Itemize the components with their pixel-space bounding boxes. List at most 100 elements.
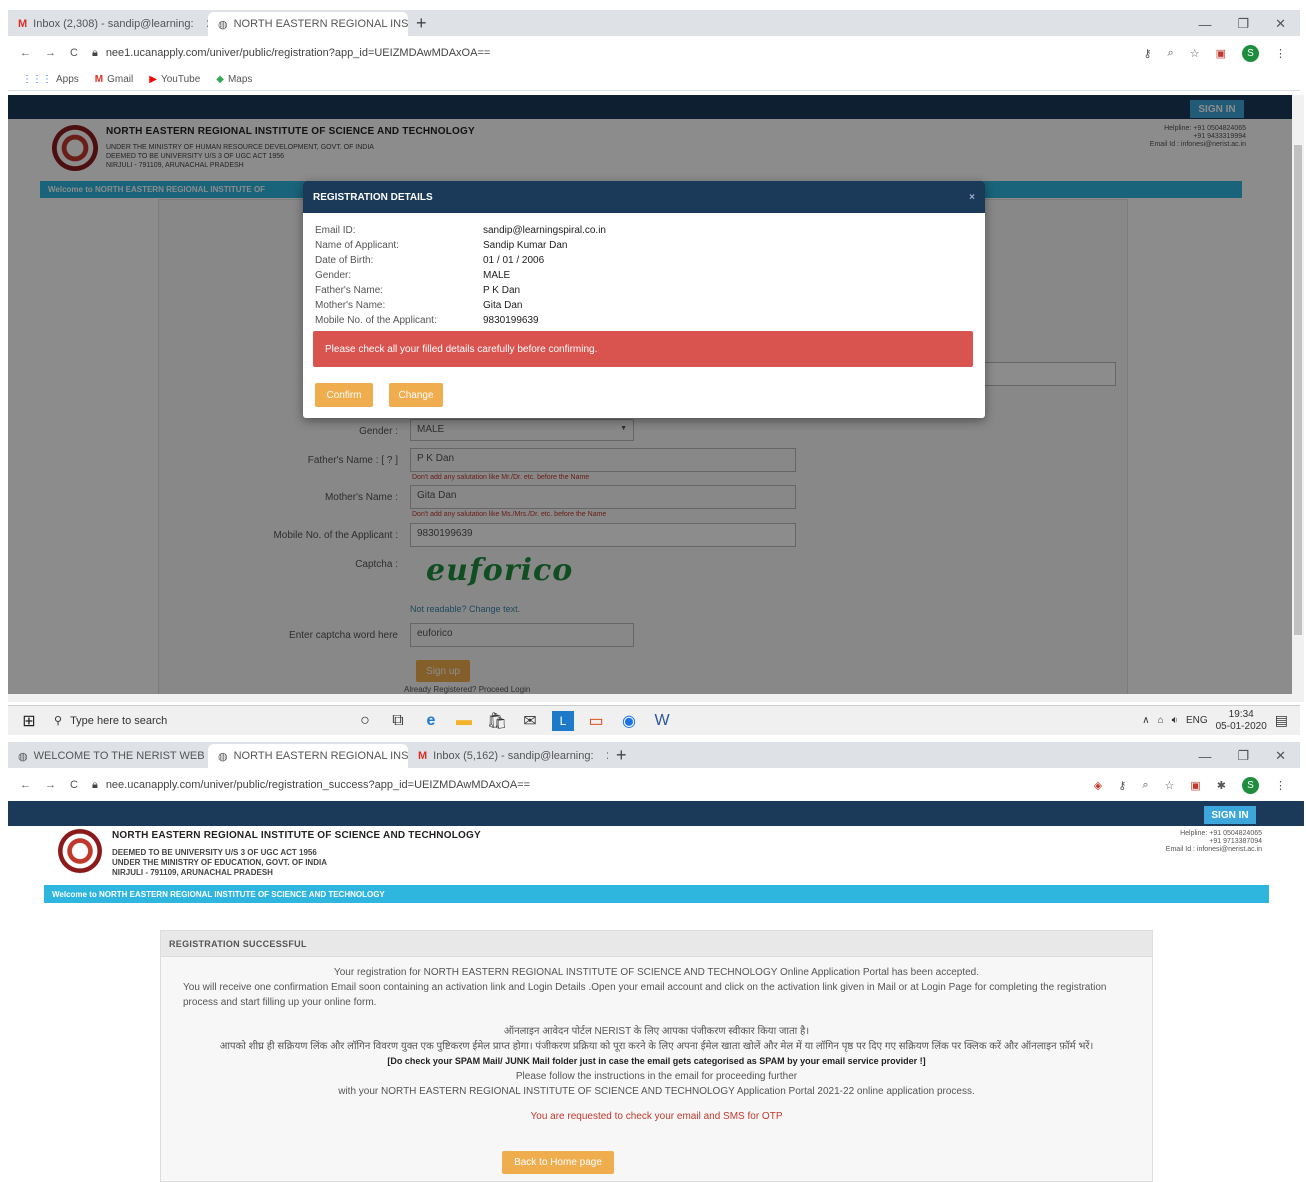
detail-key: Gender: bbox=[315, 270, 352, 281]
star-icon[interactable]: ☆ bbox=[1165, 779, 1175, 792]
bookmark-apps[interactable]: ⋮⋮⋮ Apps bbox=[22, 74, 79, 85]
taskbar-apps: ○ ⧉ e ▬ 🛍︎ ✉ L ▭ ◉ W bbox=[354, 710, 673, 731]
edge-icon[interactable]: e bbox=[420, 711, 442, 731]
volume-icon[interactable]: 🔉︎ bbox=[1172, 715, 1178, 726]
word-icon[interactable]: W bbox=[651, 711, 673, 731]
top-horizontal-scrollbar[interactable] bbox=[8, 694, 1304, 702]
key-icon[interactable]: ⚷ bbox=[1143, 47, 1151, 60]
search-icon: ⚲ bbox=[54, 715, 63, 727]
top-page-viewport: SIGN IN NORTH EASTERN REGIONAL INSTITUTE… bbox=[8, 95, 1292, 695]
top-vertical-scrollbar[interactable] bbox=[1292, 95, 1304, 695]
modal-title: REGISTRATION DETAILS bbox=[313, 191, 433, 203]
institute-title: NORTH EASTERN REGIONAL INSTITUTE OF SCIE… bbox=[112, 830, 481, 841]
bookmark-maps[interactable]: ◆ Maps bbox=[216, 74, 252, 85]
bookmark-youtube[interactable]: ▶ YouTube bbox=[149, 74, 200, 85]
reload-icon[interactable]: C bbox=[70, 47, 78, 59]
network-icon[interactable]: ⌂ bbox=[1158, 715, 1164, 726]
top-tab-gmail[interactable]: M Inbox (2,308) - sandip@learning: ✕ bbox=[8, 12, 208, 36]
office-icon[interactable]: ▭ bbox=[585, 711, 607, 731]
top-tab-nerist[interactable]: ◍ NORTH EASTERN REGIONAL INS ✕ bbox=[208, 12, 408, 36]
store-icon[interactable]: 🛍︎ bbox=[486, 711, 508, 731]
modal-details: Email ID: sandip@learningspiral.co.in Nam… bbox=[303, 213, 985, 328]
detail-row: Date of Birth: 01 / 01 / 2006 bbox=[315, 253, 985, 268]
bottom-tab-nerist-web[interactable]: ◍ WELCOME TO THE NERIST WEB ✕ bbox=[8, 744, 208, 768]
maximize-icon[interactable]: ❐ bbox=[1237, 16, 1249, 32]
tray-chevron-icon[interactable]: ∧ bbox=[1142, 715, 1149, 726]
bottom-tab-strip: ◍ WELCOME TO THE NERIST WEB ✕ ◍ NORTH EA… bbox=[8, 742, 1300, 768]
new-tab-button[interactable]: + bbox=[408, 12, 435, 36]
file-explorer-icon[interactable]: ▬ bbox=[453, 711, 475, 731]
back-to-home-button[interactable]: Back to Home page bbox=[502, 1151, 614, 1174]
profile-avatar[interactable]: S bbox=[1242, 44, 1259, 62]
taskbar-search-text: Type here to search bbox=[70, 714, 168, 727]
change-button[interactable]: Change bbox=[389, 383, 443, 407]
reload-icon[interactable]: C bbox=[70, 779, 78, 791]
helpline-info: Helpline: +91 0504824065 +91 9713387094 … bbox=[1166, 830, 1262, 854]
url-field[interactable]: 🔒︎ nee.ucanapply.com/univer/public/regis… bbox=[92, 779, 1080, 792]
url-field[interactable]: 🔒︎ nee1.ucanapply.com/univer/public/regi… bbox=[92, 47, 1130, 60]
mail-icon[interactable]: ✉ bbox=[519, 711, 541, 731]
minimize-icon[interactable]: — bbox=[1198, 17, 1211, 32]
signin-button[interactable]: SIGN IN bbox=[1204, 806, 1256, 824]
menu-icon[interactable]: ⋮ bbox=[1275, 47, 1286, 60]
detail-value: 01 / 01 / 2006 bbox=[483, 255, 545, 266]
back-icon[interactable]: ← bbox=[20, 47, 31, 59]
institute-line: UNDER THE MINISTRY OF EDUCATION, GOVT. O… bbox=[112, 858, 327, 867]
extension-icon[interactable]: ◈ bbox=[1094, 779, 1102, 792]
bottom-tab-gmail[interactable]: M Inbox (5,162) - sandip@learning: ✕ bbox=[408, 744, 608, 768]
registration-success-panel: REGISTRATION SUCCESSFUL Your registratio… bbox=[160, 930, 1153, 1182]
menu-icon[interactable]: ⋮ bbox=[1275, 779, 1286, 792]
clock[interactable]: 19:34 05-01-2020 bbox=[1216, 709, 1267, 733]
gmail-icon: M bbox=[418, 750, 428, 762]
bookmark-label: YouTube bbox=[160, 74, 201, 85]
gmail-icon: M bbox=[18, 18, 28, 30]
youtube-icon: ▶ bbox=[149, 74, 157, 85]
hindi-confirmation-text: आपको शीघ्र ही सक्रियण लिंक और लॉगिन विवर… bbox=[219, 1041, 1094, 1052]
extension-icon[interactable]: ▣ bbox=[1216, 47, 1226, 60]
detail-row: Email ID: sandip@learningspiral.co.in bbox=[315, 223, 985, 238]
close-icon[interactable]: × bbox=[969, 192, 975, 203]
helpline-line: +91 9713387094 bbox=[1209, 838, 1262, 845]
detail-value: MALE bbox=[483, 270, 511, 281]
maximize-icon[interactable]: ❐ bbox=[1237, 748, 1249, 764]
close-window-icon[interactable]: ✕ bbox=[1275, 748, 1286, 764]
task-view-icon[interactable]: ⧉ bbox=[387, 711, 409, 731]
minimize-icon[interactable]: — bbox=[1198, 749, 1211, 764]
system-tray: ∧ ⌂ 🔉︎ ENG 19:34 05-01-2020 ▤ bbox=[1142, 709, 1300, 733]
language-indicator[interactable]: ENG bbox=[1186, 715, 1208, 726]
zoom-icon[interactable]: ⌕ bbox=[1142, 779, 1148, 792]
notification-icon[interactable]: ▤ bbox=[1275, 712, 1288, 729]
scrollbar-thumb[interactable] bbox=[1294, 145, 1302, 635]
detail-key: Mother's Name: bbox=[315, 300, 386, 311]
key-icon[interactable]: ⚷ bbox=[1118, 779, 1126, 792]
app-l-icon[interactable]: L bbox=[552, 710, 574, 731]
star-icon[interactable]: ☆ bbox=[1190, 47, 1200, 60]
detail-row: Mobile No. of the Applicant: 9830199639 bbox=[315, 313, 985, 328]
close-window-icon[interactable]: ✕ bbox=[1275, 16, 1286, 32]
back-icon[interactable]: ← bbox=[20, 779, 31, 791]
cortana-icon[interactable]: ○ bbox=[354, 711, 376, 731]
welcome-banner: Welcome to NORTH EASTERN REGIONAL INSTIT… bbox=[44, 885, 1269, 903]
bottom-tab-nerist[interactable]: ◍ NORTH EASTERN REGIONAL INS ✕ bbox=[208, 744, 408, 768]
extension-icon[interactable]: ▣ bbox=[1190, 779, 1200, 792]
panel-body: Your registration for NORTH EASTERN REGI… bbox=[161, 957, 1152, 1124]
windows-taskbar: ⊞ ⚲ Type here to search ○ ⧉ e ▬ 🛍︎ ✉ L ▭… bbox=[8, 705, 1300, 735]
bookmark-gmail[interactable]: M Gmail bbox=[95, 74, 133, 85]
forward-icon[interactable]: → bbox=[45, 47, 56, 59]
clock-time: 19:34 bbox=[1228, 708, 1254, 720]
chrome-icon[interactable]: ◉ bbox=[618, 711, 640, 731]
puzzle-icon[interactable]: ✱ bbox=[1217, 779, 1226, 792]
taskbar-search[interactable]: ⚲ Type here to search bbox=[54, 714, 344, 728]
url-text: nee.ucanapply.com/univer/public/registra… bbox=[105, 779, 531, 791]
bookmark-label: Maps bbox=[227, 74, 253, 85]
new-tab-button[interactable]: + bbox=[608, 744, 635, 768]
zoom-icon[interactable]: ⌕ bbox=[1168, 47, 1174, 60]
institute-subtitle: DEEMED TO BE UNIVERSITY U/S 3 OF UGC ACT… bbox=[112, 848, 327, 878]
detail-key: Email ID: bbox=[315, 225, 356, 236]
profile-avatar[interactable]: S bbox=[1242, 776, 1259, 794]
bottom-header-bar: SIGN IN bbox=[8, 801, 1304, 826]
confirm-button[interactable]: Confirm bbox=[315, 383, 373, 407]
windows-start-icon[interactable]: ⊞ bbox=[18, 711, 40, 731]
window-controls: — ❐ ✕ bbox=[1198, 12, 1300, 36]
forward-icon[interactable]: → bbox=[45, 779, 56, 791]
